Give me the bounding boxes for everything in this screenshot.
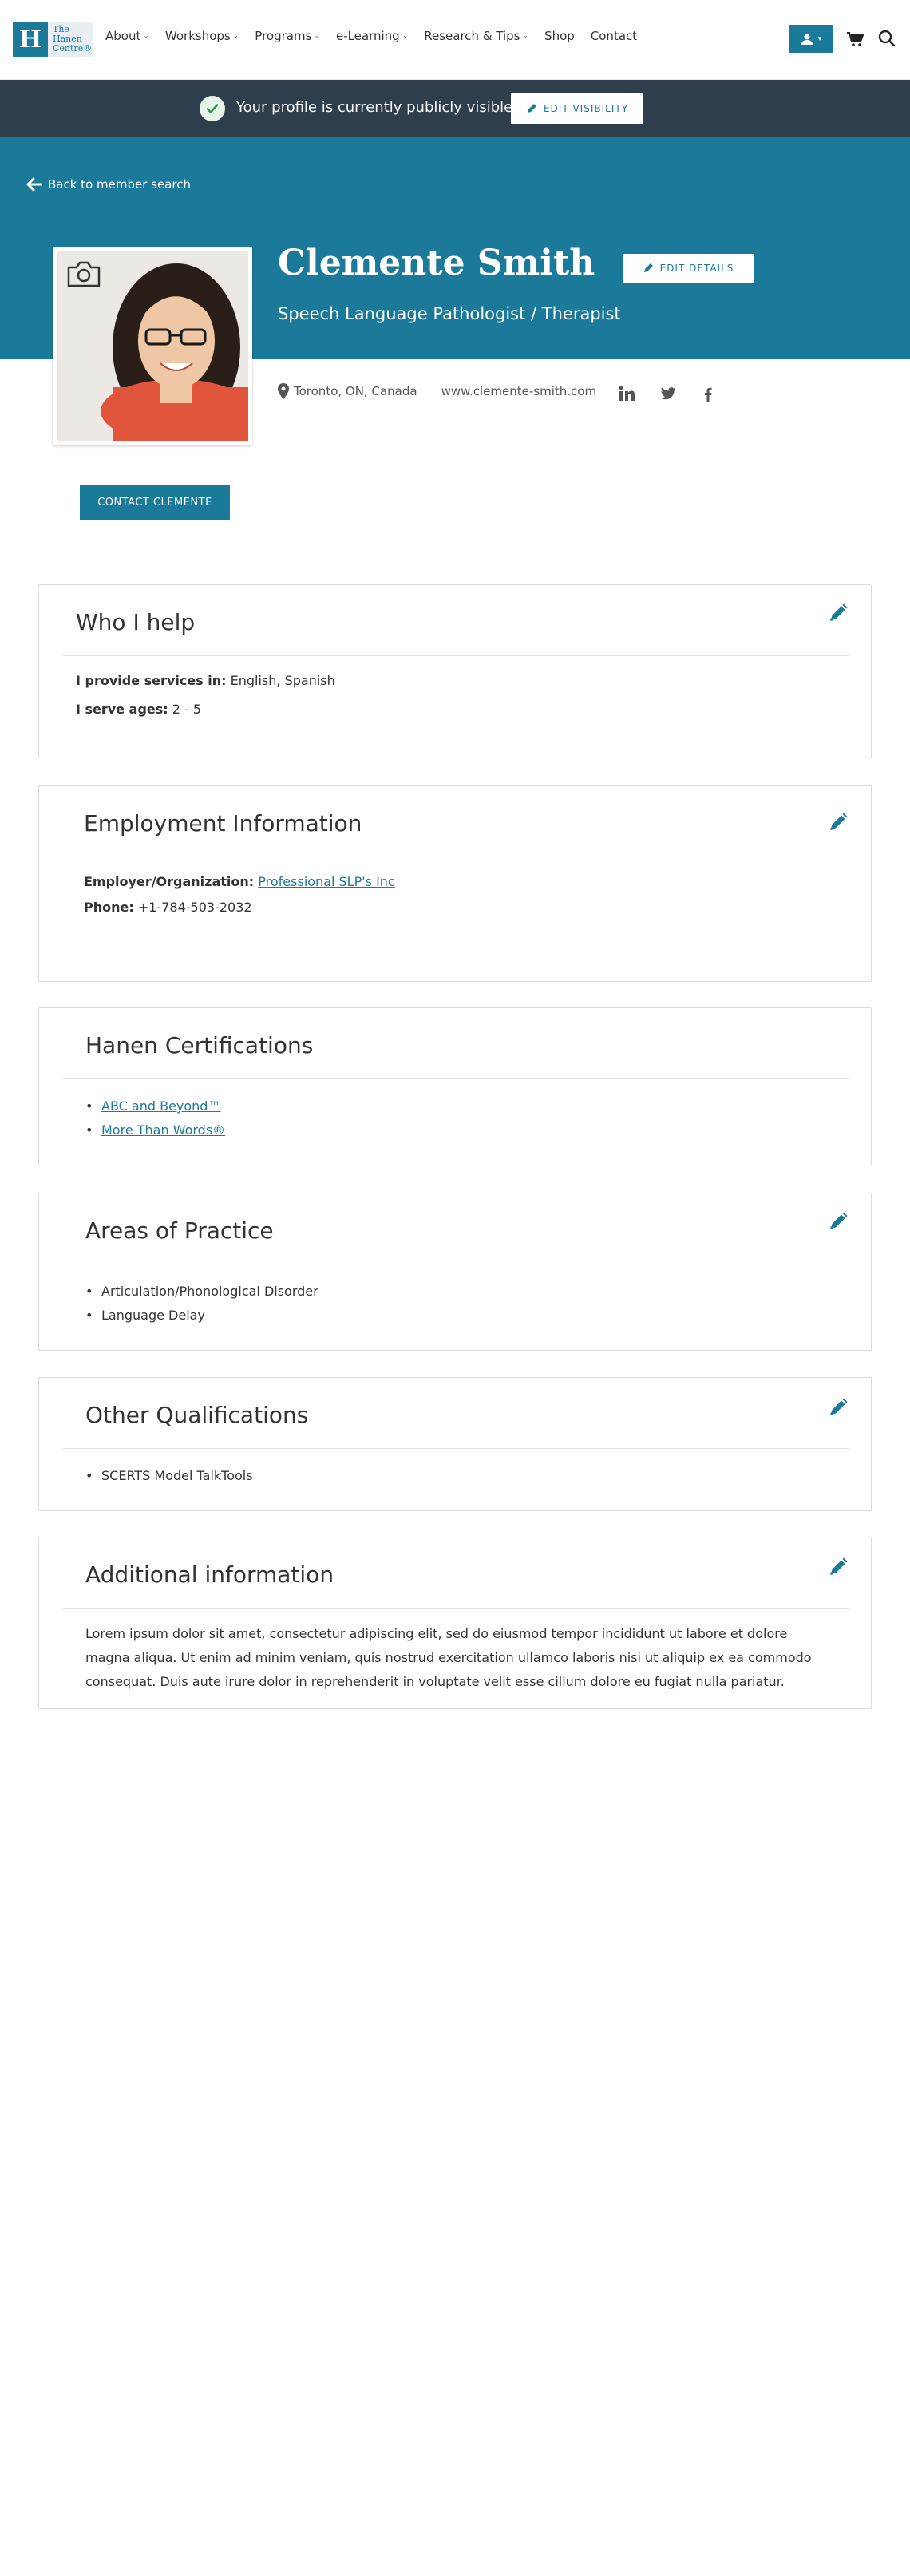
nav-item-about[interactable]: About ⌄: [105, 29, 149, 43]
employer-field: Employer/Organization: Professional SLP'…: [84, 874, 395, 889]
certifications-list: ABC and Beyond™ More Than Words®: [85, 1094, 225, 1142]
location: Toronto, ON, Canada: [278, 383, 417, 399]
visibility-message: Your profile is currently publicly visib…: [236, 99, 517, 116]
certification-link[interactable]: More Than Words®: [101, 1122, 225, 1138]
back-link-label: Back to member search: [48, 177, 191, 192]
qualifications-list: SCERTS Model TalkTools: [85, 1464, 253, 1488]
pencil-icon[interactable]: [828, 1557, 849, 1577]
card-title: Hanen Certifications: [85, 1032, 314, 1058]
contact-info-row: Toronto, ON, Canada www.clemente-smith.c…: [278, 383, 596, 399]
areas-of-practice-card: Areas of Practice Articulation/Phonologi…: [38, 1193, 872, 1351]
card-divider: [63, 1608, 849, 1609]
contact-member-button[interactable]: CONTACT CLEMENTE: [80, 485, 230, 520]
employer-label: Employer/Organization:: [84, 874, 255, 889]
services-label: I provide services in:: [76, 673, 227, 688]
map-pin-icon: [278, 383, 289, 399]
card-title: Employment Information: [84, 810, 362, 837]
card-title: Other Qualifications: [85, 1402, 309, 1428]
chevron-down-icon: ⌄: [402, 32, 409, 40]
additional-information-text: Lorem ipsum dolor sit amet, consectetur …: [85, 1626, 812, 1689]
profile-photo-frame: [53, 247, 252, 445]
practice-list: Articulation/Phonological Disorder Langu…: [85, 1280, 318, 1328]
logo-mark: H: [13, 22, 48, 57]
nav-label: Workshops: [164, 29, 231, 43]
twitter-icon[interactable]: [659, 385, 677, 402]
list-item: Language Delay: [85, 1304, 318, 1328]
nav-item-contact[interactable]: Contact: [591, 29, 637, 43]
card-title: Who I help: [76, 609, 196, 635]
website-link[interactable]: www.clemente-smith.com: [441, 384, 597, 398]
visibility-banner: Your profile is currently publicly visib…: [0, 80, 910, 137]
nav-label: Shop: [544, 29, 575, 43]
card-divider: [63, 655, 849, 656]
nav-label: Research & Tips: [424, 29, 520, 43]
nav-label: Programs: [255, 29, 312, 43]
profile-photo: [57, 251, 248, 441]
card-title: Additional information: [85, 1561, 334, 1588]
list-item: Articulation/Phonological Disorder: [85, 1280, 318, 1304]
nav-item-workshops[interactable]: Workshops ⌄: [165, 29, 239, 43]
list-item: SCERTS Model TalkTools: [85, 1464, 253, 1488]
nav-label: Contact: [590, 29, 638, 43]
member-name: Clemente Smith: [278, 243, 595, 283]
user-menu-button[interactable]: ▾: [789, 25, 833, 53]
pencil-icon: [527, 104, 536, 113]
certification-link[interactable]: ABC and Beyond™: [101, 1098, 220, 1114]
ages-field: I serve ages: 2 - 5: [76, 702, 201, 717]
chevron-down-icon: ⌄: [314, 32, 320, 40]
chevron-down-icon: ⌄: [143, 32, 149, 40]
chevron-down-icon: ⌄: [232, 32, 239, 40]
employer-link[interactable]: Professional SLP's Inc: [258, 874, 394, 889]
nav-item-research-tips[interactable]: Research & Tips ⌄: [424, 29, 528, 43]
logo-text: The Hanen Centre®: [48, 22, 93, 57]
list-item: ABC and Beyond™: [85, 1094, 225, 1118]
edit-details-label: EDIT DETAILS: [659, 263, 734, 274]
pencil-icon: [643, 263, 653, 272]
camera-icon[interactable]: [66, 259, 101, 288]
services-value: English, Spanish: [230, 673, 335, 688]
user-icon: [801, 34, 813, 45]
ages-value: 2 - 5: [172, 702, 202, 717]
phone-label: Phone:: [84, 900, 134, 915]
arrow-left-icon: [26, 177, 42, 192]
additional-information-card: Additional information Lorem ipsum dolor…: [38, 1537, 872, 1709]
phone-field: Phone: +1-784-503-2032: [84, 900, 252, 915]
services-field: I provide services in: English, Spanish: [76, 673, 335, 688]
search-icon[interactable]: [878, 30, 896, 47]
ages-label: I serve ages:: [76, 702, 168, 717]
main-menu: About ⌄ Workshops ⌄ Programs ⌄ e-Learning ⌄ …: [105, 29, 637, 43]
pencil-icon[interactable]: [828, 812, 849, 833]
card-divider: [63, 1448, 849, 1449]
cart-icon[interactable]: [846, 30, 864, 48]
edit-visibility-button[interactable]: EDIT VISIBILITY: [511, 93, 643, 124]
member-title: Speech Language Pathologist / Therapist: [278, 304, 621, 323]
chevron-down-icon: ⌄: [522, 32, 529, 40]
nav-label: About: [105, 29, 141, 43]
top-navigation: H The Hanen Centre® About ⌄ Workshops ⌄ Pr…: [0, 0, 910, 80]
pencil-icon[interactable]: [828, 1397, 849, 1418]
edit-visibility-label: EDIT VISIBILITY: [543, 103, 629, 114]
location-text: Toronto, ON, Canada: [294, 384, 417, 398]
phone-value: +1-784-503-2032: [137, 900, 252, 915]
list-item: More Than Words®: [85, 1118, 225, 1142]
back-to-search-link[interactable]: Back to member search: [26, 177, 191, 192]
pencil-icon[interactable]: [828, 1211, 849, 1232]
nav-item-shop[interactable]: Shop: [544, 29, 575, 43]
certifications-card: Hanen Certifications ABC and Beyond™ Mor…: [38, 1007, 872, 1165]
pencil-icon[interactable]: [828, 603, 849, 623]
card-title: Areas of Practice: [85, 1217, 274, 1244]
facebook-icon[interactable]: [699, 385, 717, 402]
nav-label: e-Learning: [335, 29, 400, 43]
employment-card: Employment Information Employer/Organiza…: [38, 785, 872, 982]
nav-item-programs[interactable]: Programs ⌄: [255, 29, 320, 43]
chevron-down-icon: ▾: [817, 35, 822, 43]
edit-details-button[interactable]: EDIT DETAILS: [623, 254, 754, 283]
card-divider: [63, 1078, 849, 1079]
who-i-help-card: Who I help I provide services in: Englis…: [38, 584, 872, 758]
other-qualifications-card: Other Qualifications SCERTS Model TalkTo…: [38, 1377, 872, 1511]
check-circle-icon: [200, 96, 225, 121]
linkedin-icon[interactable]: [618, 385, 635, 402]
hanen-logo[interactable]: H The Hanen Centre®: [13, 22, 93, 57]
nav-item-elearning[interactable]: e-Learning ⌄: [336, 29, 408, 43]
